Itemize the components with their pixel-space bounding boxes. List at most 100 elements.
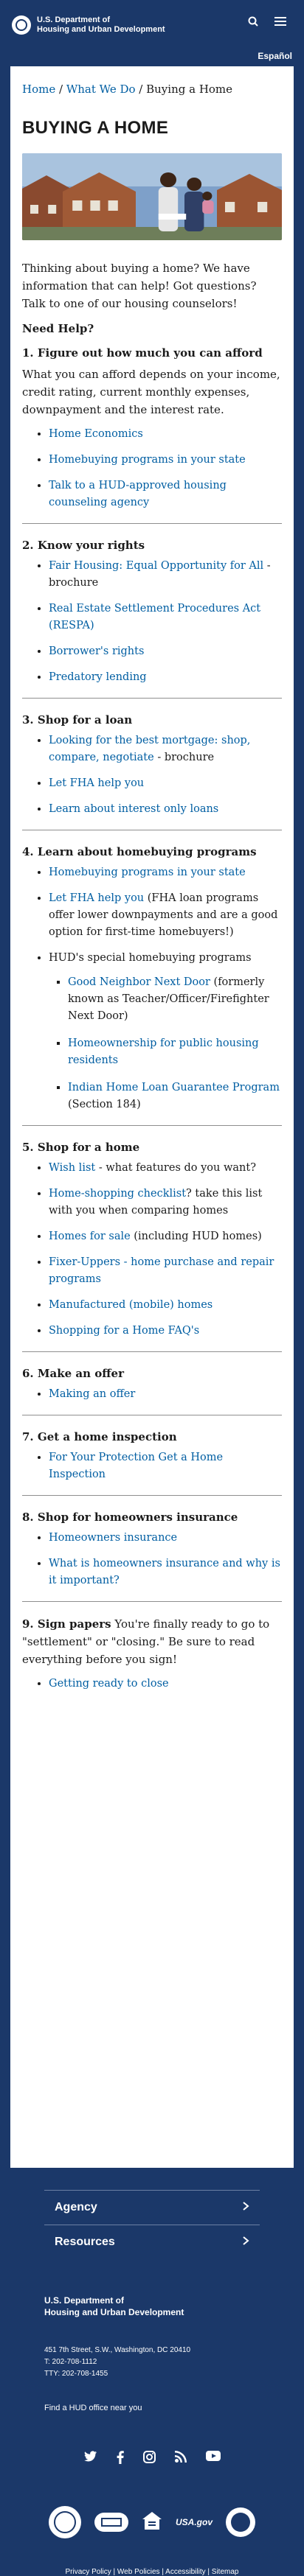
intro-text: Thinking about buying a home? We have in… bbox=[22, 262, 257, 310]
link-fair-housing[interactable]: Fair Housing: Equal Opportunity for All bbox=[49, 560, 263, 572]
list-item: Good Neighbor Next Door (formerly known … bbox=[68, 974, 282, 1025]
main-content: Home / What We Do / Buying a Home BUYING… bbox=[10, 66, 294, 2168]
link-home-shopping-checklist[interactable]: Home-shopping checklist bbox=[49, 1188, 186, 1200]
section-6-list: Making an offer bbox=[22, 1386, 282, 1403]
accordion-label: Resources bbox=[55, 2236, 115, 2248]
special-programs-list: Good Neighbor Next Door (formerly known … bbox=[49, 974, 282, 1113]
divider bbox=[22, 1125, 282, 1126]
link-housing-counseling[interactable]: Talk to a HUD-approved housing counselin… bbox=[49, 480, 227, 508]
phone-line: T: 202-708-1112 bbox=[44, 2358, 97, 2366]
section-1-body: What you can afford depends on your inco… bbox=[22, 368, 280, 416]
menu-icon[interactable] bbox=[274, 16, 286, 27]
hero-image bbox=[22, 153, 282, 240]
link-homes-for-sale[interactable]: Homes for sale bbox=[49, 1231, 131, 1242]
link-fha-help[interactable]: Let FHA help you bbox=[49, 777, 144, 789]
inspector-general-icon[interactable] bbox=[226, 2507, 255, 2537]
social-links bbox=[44, 2451, 260, 2468]
list-item: For Your Protection Get a Home Inspectio… bbox=[49, 1449, 282, 1483]
footer-agency-line2: Housing and Urban Development bbox=[44, 2307, 184, 2317]
list-item: Getting ready to close bbox=[49, 1676, 282, 1693]
privacy-policy-link[interactable]: Privacy Policy bbox=[66, 2568, 111, 2576]
hud-seal-icon[interactable] bbox=[48, 2506, 81, 2538]
footer-accordion-agency[interactable]: Agency bbox=[44, 2190, 260, 2225]
section-5-heading: 5. Shop for a home bbox=[22, 1141, 140, 1154]
link-home-economics[interactable]: Home Economics bbox=[49, 428, 143, 440]
section-3-heading: 3. Shop for a loan bbox=[22, 713, 133, 727]
footer-agency-name[interactable]: U.S. Department of Housing and Urban Dev… bbox=[44, 2295, 260, 2318]
breadcrumb-what-we-do[interactable]: What We Do bbox=[66, 83, 136, 96]
language-link[interactable]: Español bbox=[258, 51, 292, 61]
instagram-icon[interactable] bbox=[142, 2451, 156, 2468]
footer-address: 451 7th Street, S.W., Washington, DC 204… bbox=[44, 2345, 260, 2380]
section-5-list: Wish list - what features do you want? H… bbox=[22, 1160, 282, 1340]
link-predatory-lending[interactable]: Predatory lending bbox=[49, 671, 147, 683]
link-homeowners-insurance[interactable]: Homeowners insurance bbox=[49, 1532, 177, 1544]
section-8-list: Homeowners insurance What is homeowners … bbox=[22, 1530, 282, 1589]
link-shopping-faq[interactable]: Shopping for a Home FAQ's bbox=[49, 1325, 199, 1337]
link-manufactured-homes[interactable]: Manufactured (mobile) homes bbox=[49, 1299, 213, 1311]
list-item: Learn about interest only loans bbox=[49, 801, 282, 818]
section-6-heading: 6. Make an offer bbox=[22, 1367, 124, 1380]
footer-accordion-resources[interactable]: Resources bbox=[44, 2225, 260, 2259]
link-wish-list[interactable]: Wish list bbox=[49, 1162, 95, 1174]
link-respa[interactable]: Real Estate Settlement Procedures Act (R… bbox=[49, 603, 260, 631]
web-policies-link[interactable]: Web Policies bbox=[117, 2568, 160, 2576]
link-public-housing-homeownership[interactable]: Homeownership for public housing residen… bbox=[68, 1037, 259, 1066]
link-what-is-homeowners-insurance[interactable]: What is homeowners insurance and why is … bbox=[49, 1558, 280, 1586]
accessibility-link[interactable]: Accessibility bbox=[165, 2568, 205, 2576]
divider bbox=[22, 1495, 282, 1496]
breadcrumb-current: Buying a Home bbox=[146, 83, 233, 96]
link-fixer-uppers[interactable]: Fixer-Uppers - home purchase and repair … bbox=[49, 1256, 274, 1285]
link-home-inspection[interactable]: For Your Protection Get a Home Inspectio… bbox=[49, 1452, 223, 1480]
link-making-offer[interactable]: Making an offer bbox=[49, 1388, 135, 1400]
hud-seal-logo[interactable] bbox=[12, 15, 31, 35]
divider bbox=[22, 1601, 282, 1602]
list-item: Let FHA help you bbox=[49, 775, 282, 792]
link-good-neighbor[interactable]: Good Neighbor Next Door bbox=[68, 976, 210, 988]
twitter-icon[interactable] bbox=[83, 2451, 97, 2468]
section-1-heading: 1. Figure out how much you can afford bbox=[22, 346, 263, 360]
list-item: Home-shopping checklist? take this list … bbox=[49, 1186, 282, 1219]
section-2-heading: 2. Know your rights bbox=[22, 539, 145, 552]
breadcrumb-home[interactable]: Home bbox=[22, 83, 55, 96]
divider bbox=[22, 698, 282, 699]
separator: | bbox=[159, 2568, 166, 2576]
link-fha-help[interactable]: Let FHA help you bbox=[49, 892, 144, 904]
agency-name[interactable]: U.S. Department of Housing and Urban Dev… bbox=[37, 15, 165, 35]
special-programs-label: HUD's special homebuying programs bbox=[49, 952, 252, 964]
chevron-right-icon bbox=[242, 2201, 249, 2214]
section-9-text: 9. Sign papers You're finally ready to g… bbox=[22, 1615, 282, 1668]
breadcrumb-separator: / bbox=[55, 83, 66, 96]
section-3-list: Looking for the best mortgage: shop, com… bbox=[22, 732, 282, 818]
link-borrowers-rights[interactable]: Borrower's rights bbox=[49, 645, 144, 657]
list-item: Talk to a HUD-approved housing counselin… bbox=[49, 477, 282, 511]
youtube-icon[interactable] bbox=[205, 2451, 221, 2468]
find-office-link[interactable]: Find a HUD office near you bbox=[44, 2404, 142, 2412]
link-interest-only-loans[interactable]: Learn about interest only loans bbox=[49, 803, 218, 815]
section-9-heading: 9. Sign papers bbox=[22, 1617, 111, 1631]
section-8-heading: 8. Shop for homeowners insurance bbox=[22, 1511, 238, 1524]
divider bbox=[22, 523, 282, 524]
list-item: Homeownership for public housing residen… bbox=[68, 1035, 282, 1069]
list-item: Wish list - what features do you want? bbox=[49, 1160, 282, 1177]
list-item: Shopping for a Home FAQ's bbox=[49, 1323, 282, 1340]
list-item: What is homeowners insurance and why is … bbox=[49, 1555, 282, 1589]
list-item: Home Economics bbox=[49, 426, 282, 443]
search-icon[interactable] bbox=[248, 16, 258, 27]
link-ready-to-close[interactable]: Getting ready to close bbox=[49, 1678, 169, 1690]
sitemap-link[interactable]: Sitemap bbox=[212, 2568, 239, 2576]
link-best-mortgage[interactable]: Looking for the best mortgage: shop, com… bbox=[49, 735, 250, 763]
list-item: Fixer-Uppers - home purchase and repair … bbox=[49, 1254, 282, 1288]
rss-icon[interactable] bbox=[174, 2451, 187, 2468]
footer-agency-line1: U.S. Department of bbox=[44, 2295, 125, 2306]
section-4-heading: 4. Learn about homebuying programs bbox=[22, 845, 257, 858]
separator: | bbox=[111, 2568, 117, 2576]
usagov-logo[interactable]: USA.gov bbox=[176, 2517, 213, 2527]
whitehouse-icon[interactable] bbox=[94, 2513, 128, 2532]
list-item: Homes for sale (including HUD homes) bbox=[49, 1228, 282, 1245]
agency-name-line2: Housing and Urban Development bbox=[37, 25, 165, 34]
link-homebuying-programs-state[interactable]: Homebuying programs in your state bbox=[49, 867, 246, 878]
link-homebuying-programs-state[interactable]: Homebuying programs in your state bbox=[49, 454, 246, 466]
link-indian-home-loan[interactable]: Indian Home Loan Guarantee Program bbox=[68, 1082, 280, 1093]
facebook-icon[interactable] bbox=[117, 2451, 124, 2468]
